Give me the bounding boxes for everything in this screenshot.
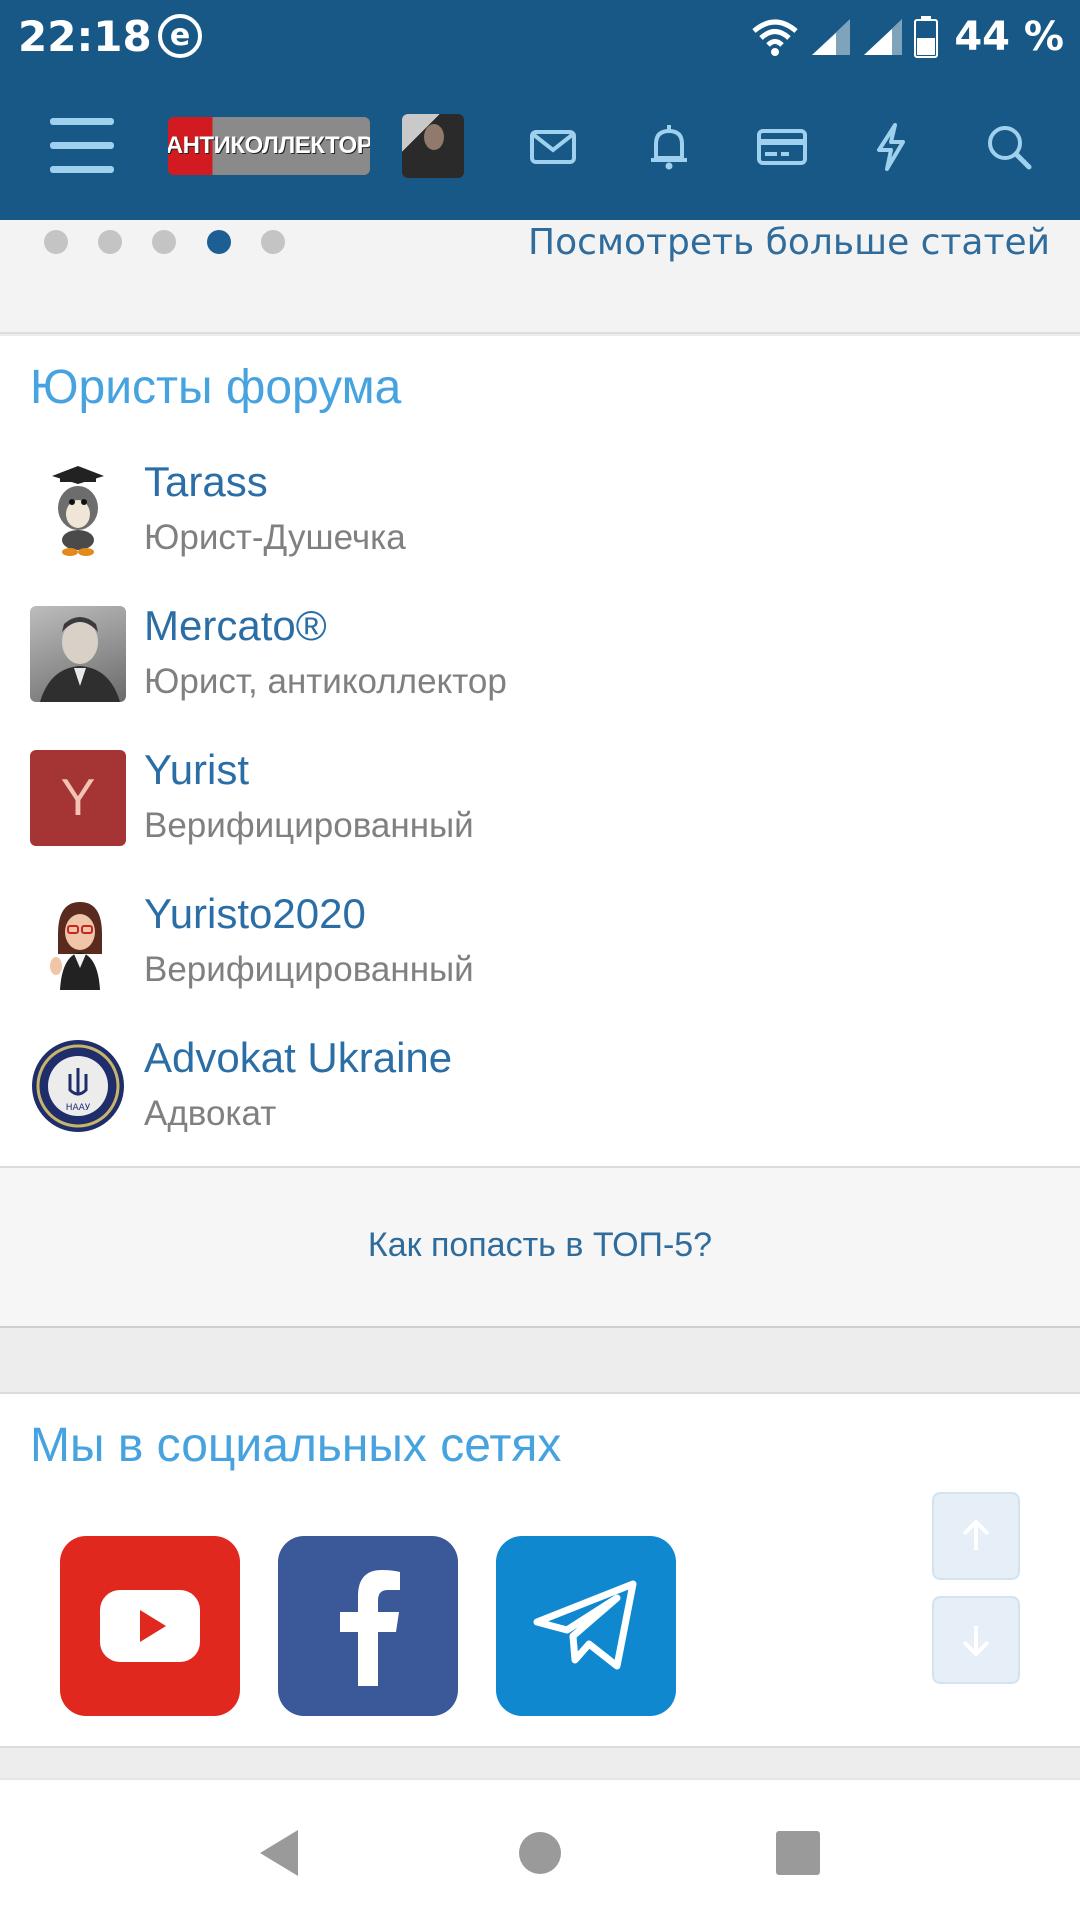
bell-icon[interactable]	[642, 120, 696, 174]
more-articles-link[interactable]: Посмотреть больше статей	[528, 222, 1050, 263]
carousel-dot[interactable]	[98, 230, 122, 254]
youtube-icon	[100, 1590, 200, 1662]
status-bar: 22:18 e 44 %	[0, 0, 1080, 74]
lawyer-role: Юрист-Душечка	[144, 518, 406, 557]
system-nav-bar	[0, 1778, 1080, 1920]
lawyer-name[interactable]: Yurist	[144, 746, 249, 794]
lawyer-role: Верифицированный	[144, 950, 474, 989]
avatar[interactable]	[30, 894, 126, 990]
avatar[interactable]	[30, 606, 126, 702]
search-icon[interactable]	[982, 120, 1036, 174]
forum-lawyers-card: Юристы форума Tarass Юрист-Душечка Merca…	[0, 336, 1080, 1166]
carousel-dot[interactable]	[44, 230, 68, 254]
list-item[interactable]: Y Yurist Верифицированный	[0, 746, 1080, 870]
menu-icon[interactable]	[50, 118, 114, 174]
section-title: Мы в социальных сетях	[30, 1419, 562, 1472]
home-icon[interactable]	[505, 1818, 575, 1888]
site-logo[interactable]: АНТИКОЛЛЕКТОР	[168, 117, 370, 175]
lawyer-name[interactable]: Advokat Ukraine	[144, 1034, 452, 1082]
lawyer-name[interactable]: Mercato®	[144, 602, 327, 650]
screen: 22:18 e 44 % АНТИКОЛЛЕКТОР Посмотреть бо…	[0, 0, 1080, 1920]
app-header: АНТИКОЛЛЕКТОР	[0, 74, 1080, 220]
top5-link[interactable]: Как попасть в ТОП-5?	[0, 1226, 1080, 1265]
lawyer-name[interactable]: Tarass	[144, 458, 268, 506]
scroll-top-button[interactable]	[932, 1492, 1020, 1580]
battery-percent: 44 %	[954, 14, 1064, 60]
facebook-button[interactable]	[278, 1536, 458, 1716]
app-notification-icon: e	[158, 14, 202, 58]
recent-apps-icon[interactable]	[763, 1818, 833, 1888]
lawyer-name[interactable]: Yuristo2020	[144, 890, 366, 938]
signal-icon	[864, 19, 903, 55]
lawyer-role: Адвокат	[144, 1094, 277, 1133]
wifi-icon	[752, 19, 798, 56]
carousel-dot[interactable]	[152, 230, 176, 254]
list-item[interactable]: Yuristo2020 Верифицированный	[0, 890, 1080, 1014]
social-card: Мы в социальных сетях	[0, 1392, 1080, 1748]
arrow-up-icon	[962, 1519, 990, 1550]
lawyer-role: Верифицированный	[144, 806, 474, 845]
mail-icon[interactable]	[526, 120, 580, 174]
list-item[interactable]: Tarass Юрист-Душечка	[0, 458, 1080, 582]
battery-icon	[914, 16, 939, 58]
facebook-icon	[340, 1570, 400, 1686]
lawyer-role: Юрист, антиколлектор	[144, 662, 507, 701]
avatar-badge-text: НААУ	[66, 1103, 91, 1113]
youtube-button[interactable]	[60, 1536, 240, 1716]
list-item[interactable]: Mercato® Юрист, антиколлектор	[0, 602, 1080, 726]
carousel-dot[interactable]	[261, 230, 285, 254]
list-item[interactable]: НААУ Advokat Ukraine Адвокат	[0, 1034, 1080, 1158]
status-indicators: 44 %	[750, 12, 1064, 62]
arrow-down-icon	[962, 1626, 990, 1657]
avatar[interactable]: Y	[30, 750, 126, 846]
avatar[interactable]	[30, 462, 126, 558]
telegram-button[interactable]	[496, 1536, 676, 1716]
section-title: Юристы форума	[30, 361, 402, 414]
top5-footer: Как попасть в ТОП-5?	[0, 1166, 1080, 1328]
user-avatar[interactable]	[402, 114, 464, 178]
carousel-footer: Посмотреть больше статей	[0, 220, 1080, 334]
lightning-icon[interactable]	[864, 120, 918, 174]
back-icon[interactable]	[246, 1818, 316, 1888]
signal-icon	[812, 19, 851, 55]
carousel-dot-active[interactable]	[207, 230, 231, 254]
scroll-bottom-button[interactable]	[932, 1596, 1020, 1684]
avatar[interactable]: НААУ	[30, 1038, 126, 1134]
card-icon[interactable]	[755, 120, 809, 174]
status-time: 22:18	[18, 12, 152, 61]
telegram-icon	[533, 1580, 637, 1670]
